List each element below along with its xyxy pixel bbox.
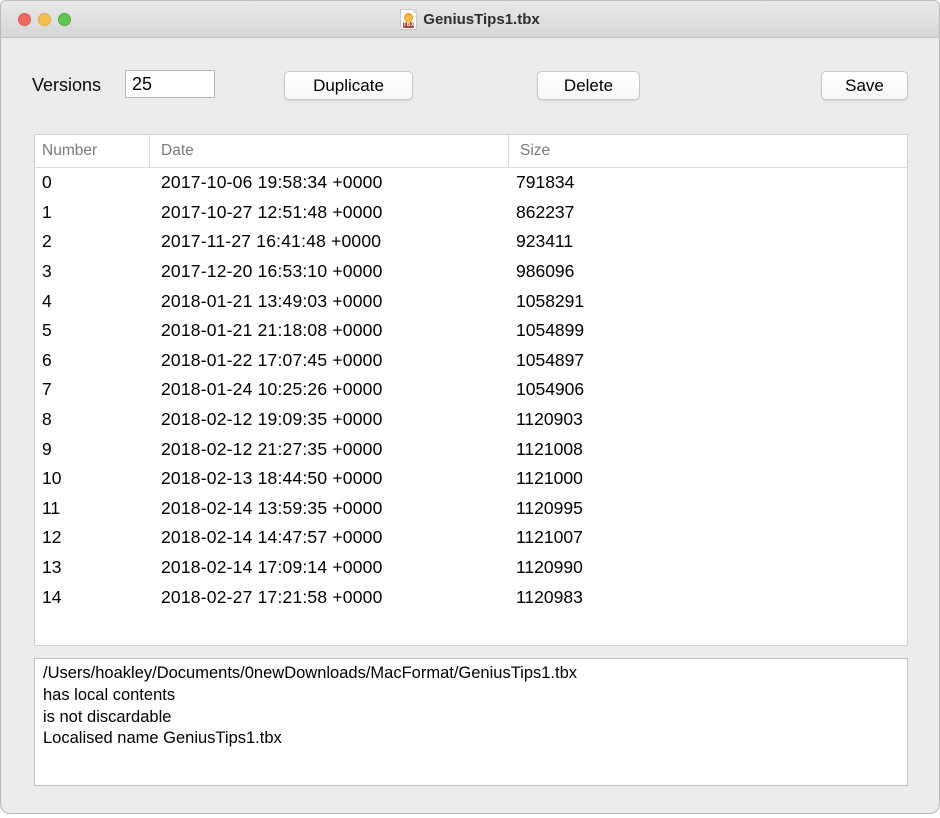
- table-row[interactable]: 122018-02-14 14:47:57 +00001121007: [35, 523, 907, 553]
- table-row[interactable]: 82018-02-12 19:09:35 +00001120903: [35, 405, 907, 435]
- cell-date: 2018-02-14 17:09:14 +0000: [150, 557, 509, 578]
- document-icon: TBX: [400, 9, 417, 30]
- delete-button[interactable]: Delete: [537, 71, 640, 100]
- table-row[interactable]: 132018-02-14 17:09:14 +00001120990: [35, 553, 907, 583]
- cell-date: 2018-01-24 10:25:26 +0000: [150, 379, 509, 400]
- table-row[interactable]: 02017-10-06 19:58:34 +0000791834: [35, 168, 907, 198]
- cell-number: 1: [35, 202, 150, 223]
- cell-date: 2018-02-14 14:47:57 +0000: [150, 527, 509, 548]
- info-line: /Users/hoakley/Documents/0newDownloads/M…: [43, 663, 899, 685]
- cell-date: 2018-02-14 13:59:35 +0000: [150, 498, 509, 519]
- table-row[interactable]: 102018-02-13 18:44:50 +00001121000: [35, 464, 907, 494]
- cell-size: 1120903: [509, 409, 907, 430]
- cell-number: 2: [35, 231, 150, 252]
- table-row[interactable]: 92018-02-12 21:27:35 +00001121008: [35, 434, 907, 464]
- cell-number: 10: [35, 468, 150, 489]
- cell-number: 11: [35, 498, 150, 519]
- save-button[interactable]: Save: [821, 71, 908, 100]
- table-header: Number Date Size: [35, 135, 907, 168]
- cell-number: 8: [35, 409, 150, 430]
- cell-date: 2018-01-22 17:07:45 +0000: [150, 350, 509, 371]
- table-row[interactable]: 112018-02-14 13:59:35 +00001120995: [35, 494, 907, 524]
- cell-date: 2017-12-20 16:53:10 +0000: [150, 261, 509, 282]
- cell-size: 1121000: [509, 468, 907, 489]
- cell-date: 2018-01-21 13:49:03 +0000: [150, 291, 509, 312]
- cell-date: 2018-02-12 19:09:35 +0000: [150, 409, 509, 430]
- window-title: GeniusTips1.tbx: [423, 11, 539, 28]
- cell-size: 1121008: [509, 439, 907, 460]
- table-row[interactable]: 62018-01-22 17:07:45 +00001054897: [35, 346, 907, 376]
- table-row[interactable]: 142018-02-27 17:21:58 +00001120983: [35, 582, 907, 612]
- cell-size: 923411: [509, 231, 907, 252]
- cell-size: 1120990: [509, 557, 907, 578]
- info-line: Localised name GeniusTips1.tbx: [43, 728, 899, 750]
- column-header-number[interactable]: Number: [35, 135, 150, 167]
- cell-number: 0: [35, 172, 150, 193]
- table-row[interactable]: 52018-01-21 21:18:08 +00001054899: [35, 316, 907, 346]
- titlebar[interactable]: TBX GeniusTips1.tbx: [1, 1, 939, 38]
- table-row[interactable]: 12017-10-27 12:51:48 +0000862237: [35, 198, 907, 228]
- cell-number: 13: [35, 557, 150, 578]
- versions-table: Number Date Size 02017-10-06 19:58:34 +0…: [34, 134, 908, 646]
- orange-blob: [404, 13, 413, 22]
- cell-number: 6: [35, 350, 150, 371]
- table-row[interactable]: 22017-11-27 16:41:48 +0000923411: [35, 227, 907, 257]
- cell-number: 7: [35, 379, 150, 400]
- cell-number: 3: [35, 261, 150, 282]
- cell-number: 9: [35, 439, 150, 460]
- cell-number: 14: [35, 587, 150, 608]
- folded-corner: [411, 9, 417, 15]
- cell-number: 4: [35, 291, 150, 312]
- cell-date: 2018-02-12 21:27:35 +0000: [150, 439, 509, 460]
- versions-label: Versions: [32, 75, 101, 96]
- column-header-date[interactable]: Date: [150, 135, 509, 167]
- table-row[interactable]: 32017-12-20 16:53:10 +0000986096: [35, 257, 907, 287]
- tbx-badge: TBX: [403, 22, 414, 28]
- cell-size: 791834: [509, 172, 907, 193]
- cell-date: 2018-02-27 17:21:58 +0000: [150, 587, 509, 608]
- cell-size: 1054897: [509, 350, 907, 371]
- cell-date: 2018-02-13 18:44:50 +0000: [150, 468, 509, 489]
- cell-size: 862237: [509, 202, 907, 223]
- cell-date: 2017-11-27 16:41:48 +0000: [150, 231, 509, 252]
- cell-size: 1120995: [509, 498, 907, 519]
- cell-number: 5: [35, 320, 150, 341]
- cell-number: 12: [35, 527, 150, 548]
- versions-input[interactable]: [125, 70, 215, 98]
- duplicate-button[interactable]: Duplicate: [284, 71, 413, 100]
- file-info-box: /Users/hoakley/Documents/0newDownloads/M…: [34, 658, 908, 786]
- cell-date: 2018-01-21 21:18:08 +0000: [150, 320, 509, 341]
- cell-size: 1120983: [509, 587, 907, 608]
- cell-size: 986096: [509, 261, 907, 282]
- table-row[interactable]: 42018-01-21 13:49:03 +00001058291: [35, 286, 907, 316]
- cell-date: 2017-10-06 19:58:34 +0000: [150, 172, 509, 193]
- info-line: has local contents: [43, 685, 899, 707]
- column-header-size[interactable]: Size: [509, 135, 907, 167]
- cell-date: 2017-10-27 12:51:48 +0000: [150, 202, 509, 223]
- cell-size: 1058291: [509, 291, 907, 312]
- app-window: TBX GeniusTips1.tbx Versions Duplicate D…: [0, 0, 940, 814]
- table-body: 02017-10-06 19:58:34 +000079183412017-10…: [35, 168, 907, 612]
- cell-size: 1121007: [509, 527, 907, 548]
- table-row[interactable]: 72018-01-24 10:25:26 +00001054906: [35, 375, 907, 405]
- cell-size: 1054906: [509, 379, 907, 400]
- cell-size: 1054899: [509, 320, 907, 341]
- title-group: TBX GeniusTips1.tbx: [1, 1, 939, 37]
- info-line: is not discardable: [43, 707, 899, 729]
